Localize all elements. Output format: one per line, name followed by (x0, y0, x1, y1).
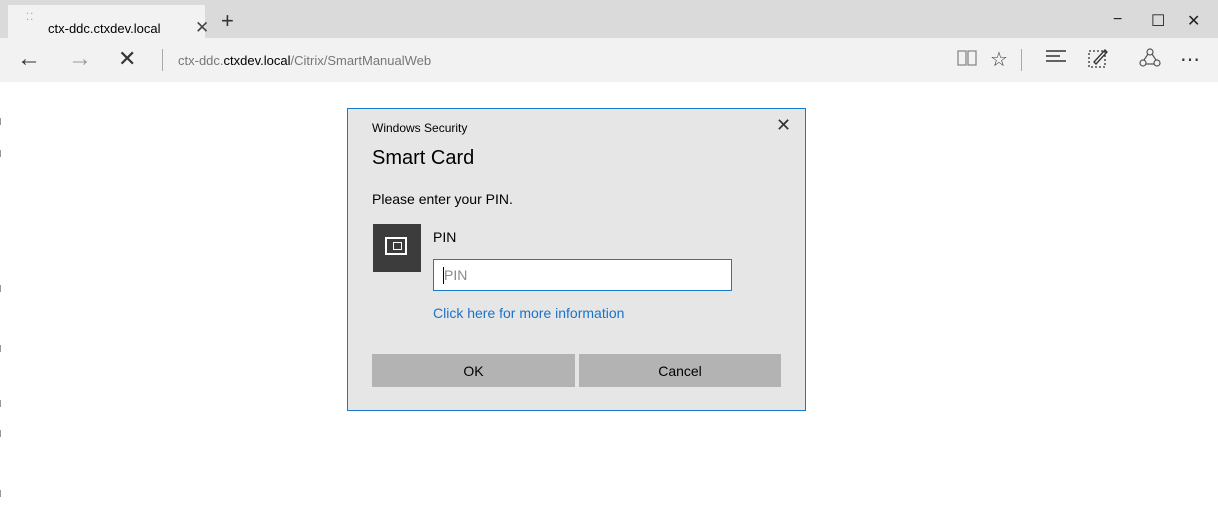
web-note-icon[interactable] (1087, 47, 1109, 75)
pin-input[interactable] (433, 259, 732, 291)
browser-toolbar: ← → ✕ ctx-ddc.ctxdev.local/Citrix/SmartM… (0, 38, 1218, 82)
hub-icon[interactable] (1045, 47, 1067, 71)
reading-view-icon[interactable] (957, 49, 977, 72)
dialog-close-icon[interactable]: ✕ (776, 115, 791, 136)
address-host: ctxdev.local (223, 53, 291, 68)
card-outline (385, 237, 407, 255)
favorites-star-icon[interactable]: ☆ (990, 47, 1008, 72)
back-arrow-icon[interactable]: ← (17, 45, 41, 73)
forward-arrow-icon[interactable]: → (68, 45, 92, 73)
more-icon[interactable]: ⋯ (1180, 47, 1200, 72)
windows-security-dialog: Windows Security ✕ Smart Card Please ent… (347, 108, 806, 411)
cancel-button[interactable]: Cancel (579, 354, 781, 387)
smart-card-icon (373, 224, 421, 272)
tab-strip: ⁚⁚ ctx-ddc.ctxdev.local ✕ + − ☐ ✕ (0, 0, 1218, 38)
card-chip (393, 242, 402, 250)
share-icon[interactable] (1139, 47, 1161, 75)
page-edge-mark (0, 150, 1, 157)
address-separator (162, 49, 163, 71)
toolbar-separator (1021, 49, 1022, 71)
page-edge-mark (0, 345, 1, 352)
dialog-caption: Windows Security (372, 121, 468, 135)
page-edge-mark (0, 285, 1, 292)
browser-tab[interactable]: ⁚⁚ ctx-ddc.ctxdev.local ✕ (8, 5, 209, 38)
minimize-icon[interactable]: − (1113, 11, 1122, 29)
page-edge-mark (0, 490, 1, 497)
ok-button[interactable]: OK (372, 354, 575, 387)
dialog-heading: Smart Card (372, 147, 475, 169)
page-edge-mark (0, 400, 1, 407)
tab-title: ctx-ddc.ctxdev.local (48, 21, 161, 36)
address-bar[interactable]: ctx-ddc.ctxdev.local/Citrix/SmartManualW… (178, 53, 431, 68)
stop-loading-icon[interactable]: ✕ (118, 46, 136, 72)
more-info-link[interactable]: Click here for more information (433, 305, 624, 321)
tab-close-icon[interactable]: ✕ (195, 18, 209, 38)
text-caret (443, 267, 444, 284)
window-close-icon[interactable]: ✕ (1187, 11, 1200, 31)
pin-label: PIN (433, 229, 457, 245)
new-tab-icon[interactable]: + (221, 8, 234, 34)
maximize-icon[interactable]: ☐ (1151, 11, 1165, 31)
page-edge-mark (0, 430, 1, 437)
page-edge-mark (0, 118, 1, 125)
address-prefix: ctx-ddc. (178, 53, 224, 68)
address-path: /Citrix/SmartManualWeb (290, 53, 432, 68)
dialog-prompt: Please enter your PIN. (372, 191, 513, 207)
loading-icon: ⁚⁚ (26, 12, 35, 23)
